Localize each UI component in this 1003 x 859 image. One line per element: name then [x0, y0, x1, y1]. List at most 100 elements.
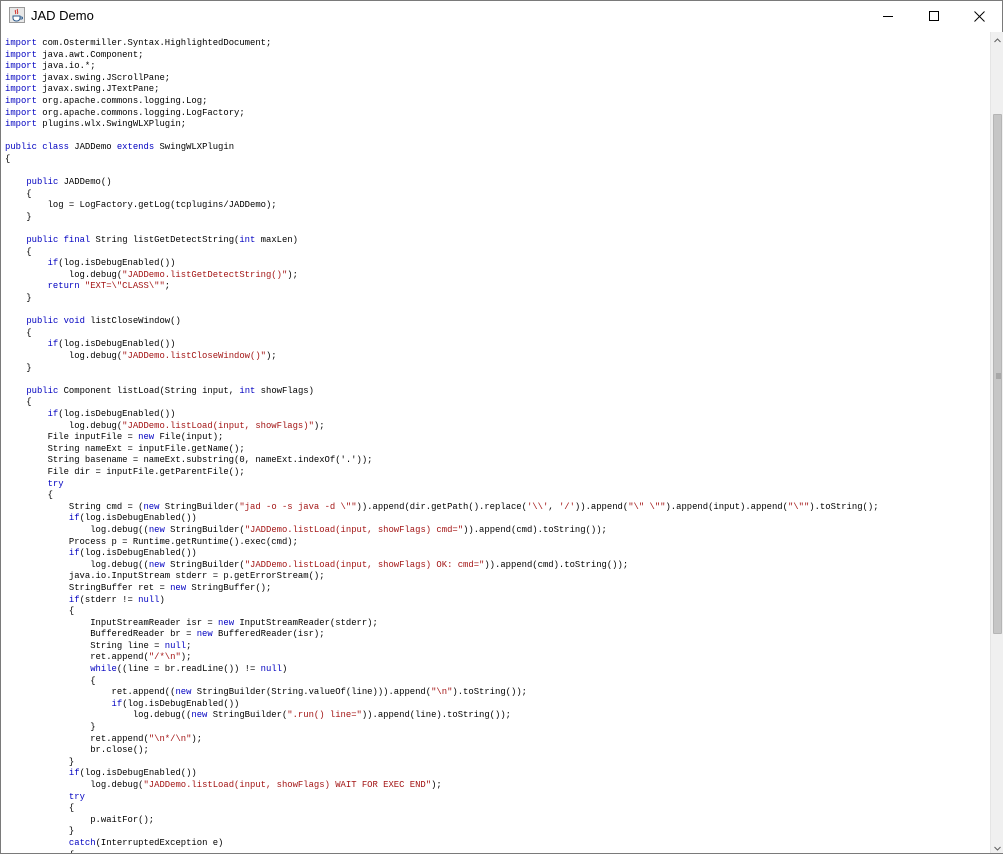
code-line[interactable]: } [5, 212, 879, 224]
code-line[interactable]: log.debug("JADDemo.listCloseWindow()"); [5, 351, 879, 363]
code-line[interactable] [5, 374, 879, 386]
code-line[interactable]: BufferedReader br = new BufferedReader(i… [5, 629, 879, 641]
code-token: ); [287, 269, 298, 280]
code-line[interactable] [5, 131, 879, 143]
code-line[interactable]: String line = null; [5, 641, 879, 653]
vertical-scrollbar[interactable] [990, 32, 1003, 853]
code-line[interactable]: { [5, 154, 879, 166]
code-line[interactable]: import javax.swing.JTextPane; [5, 84, 879, 96]
code-line[interactable]: java.io.InputStream stderr = p.getErrorS… [5, 571, 879, 583]
code-token: (log.isDebugEnabled()) [79, 513, 197, 524]
code-line[interactable]: if(log.isDebugEnabled()) [5, 339, 879, 351]
code-line[interactable]: if(log.isDebugEnabled()) [5, 409, 879, 421]
code-line[interactable]: import org.apache.commons.logging.LogFac… [5, 108, 879, 120]
title-bar[interactable]: JAD Demo [1, 1, 1002, 31]
code-line[interactable]: br.close(); [5, 745, 879, 757]
code-line[interactable]: File dir = inputFile.getParentFile(); [5, 467, 879, 479]
code-line[interactable]: { [5, 397, 879, 409]
code-line[interactable]: } [5, 363, 879, 375]
code-line[interactable]: if(log.isDebugEnabled()) [5, 699, 879, 711]
code-line[interactable]: { [5, 490, 879, 502]
code-line[interactable]: log.debug((new StringBuilder("JADDemo.li… [5, 525, 879, 537]
code-line[interactable]: } [5, 826, 879, 838]
code-token: (log.isDebugEnabled()) [58, 409, 176, 419]
code-line[interactable]: { [5, 803, 879, 815]
code-line[interactable]: { [5, 606, 879, 618]
code-line[interactable]: } [5, 757, 879, 769]
code-line[interactable]: import com.Ostermiller.Syntax.Highlighte… [5, 38, 879, 50]
code-line[interactable]: import plugins.wlx.SwingWLXPlugin; [5, 119, 879, 131]
code-line[interactable]: log.debug((new StringBuilder(".run() lin… [5, 710, 879, 722]
minimize-button[interactable] [865, 1, 911, 31]
keyword-token: int [239, 235, 256, 246]
code-line[interactable]: ret.append("/*\n"); [5, 652, 879, 664]
code-line[interactable]: import org.apache.commons.logging.Log; [5, 96, 879, 108]
code-line[interactable]: public class JADDemo extends SwingWLXPlu… [5, 142, 879, 154]
code-line[interactable]: if(log.isDebugEnabled()) [5, 258, 879, 270]
scrollbar-thumb[interactable] [993, 114, 1002, 634]
code-line[interactable]: StringBuffer ret = new StringBuffer(); [5, 583, 879, 595]
code-line[interactable]: log.debug("JADDemo.listLoad(input, showF… [5, 421, 879, 433]
code-line[interactable]: try [5, 792, 879, 804]
code-line[interactable]: String cmd = (new StringBuilder("jad -o … [5, 502, 879, 514]
code-token: String listGetDetectString( [90, 235, 240, 246]
maximize-button[interactable] [911, 1, 957, 31]
code-line[interactable]: catch(InterruptedException e) [5, 838, 879, 850]
code-line[interactable]: } [5, 722, 879, 734]
scroll-down-arrow-icon[interactable] [991, 840, 1003, 853]
code-line[interactable]: String basename = nameExt.substring(0, n… [5, 455, 879, 467]
code-line[interactable]: import java.io.*; [5, 61, 879, 73]
string-token: '/' [558, 501, 575, 512]
code-line[interactable]: if(log.isDebugEnabled()) [5, 513, 879, 525]
code-line[interactable]: if(log.isDebugEnabled()) [5, 768, 879, 780]
code-line[interactable]: { [5, 676, 879, 688]
java-cup-icon[interactable] [9, 7, 25, 23]
code-token: maxLen) [255, 235, 298, 246]
code-line[interactable]: ret.append("\n*/\n"); [5, 734, 879, 746]
code-line[interactable]: while((line = br.readLine()) != null) [5, 664, 879, 676]
scroll-up-arrow-icon[interactable] [991, 32, 1003, 45]
code-line[interactable]: String nameExt = inputFile.getName(); [5, 444, 879, 456]
code-line[interactable]: import javax.swing.JScrollPane; [5, 73, 879, 85]
code-token: )).append(cmd).toString()); [463, 524, 607, 535]
source-code-text[interactable]: import com.Ostermiller.Syntax.Highlighte… [5, 38, 879, 853]
code-line[interactable]: log.debug("JADDemo.listGetDetectString()… [5, 270, 879, 282]
code-line[interactable] [5, 166, 879, 178]
code-line[interactable] [5, 305, 879, 317]
code-line[interactable]: { [5, 247, 879, 259]
code-line[interactable]: if(stderr != null) [5, 595, 879, 607]
code-line[interactable]: try [5, 479, 879, 491]
code-editor[interactable]: import com.Ostermiller.Syntax.Highlighte… [1, 32, 990, 853]
code-line[interactable]: log = LogFactory.getLog(tcplugins/JADDem… [5, 200, 879, 212]
code-token: SwingWLXPlugin [154, 142, 235, 153]
code-line[interactable]: Process p = Runtime.getRuntime().exec(cm… [5, 537, 879, 549]
code-line[interactable]: { [5, 189, 879, 201]
string-token: '\\' [526, 501, 549, 512]
code-line[interactable]: ret.append((new StringBuilder(String.val… [5, 687, 879, 699]
code-line[interactable]: log.debug((new StringBuilder("JADDemo.li… [5, 560, 879, 572]
keyword-token: new [196, 629, 213, 640]
code-line[interactable]: InputStreamReader isr = new InputStreamR… [5, 618, 879, 630]
code-line[interactable]: return "EXT=\"CLASS\""; [5, 281, 879, 293]
code-line[interactable]: public void listCloseWindow() [5, 316, 879, 328]
code-line[interactable]: log.debug("JADDemo.listLoad(input, showF… [5, 780, 879, 792]
code-line[interactable]: File inputFile = new File(input); [5, 432, 879, 444]
code-line[interactable]: } [5, 293, 879, 305]
code-line[interactable]: public JADDemo() [5, 177, 879, 189]
code-line[interactable]: public final String listGetDetectString(… [5, 235, 879, 247]
code-line[interactable] [5, 224, 879, 236]
code-line[interactable]: import java.awt.Component; [5, 50, 879, 62]
code-token: (log.isDebugEnabled()) [58, 339, 176, 350]
code-line[interactable]: { [5, 850, 879, 853]
code-line[interactable]: if(log.isDebugEnabled()) [5, 548, 879, 560]
code-token: )).append( [574, 501, 629, 512]
code-token: ) [159, 594, 165, 605]
code-line[interactable]: { [5, 328, 879, 340]
code-line[interactable]: p.waitFor(); [5, 815, 879, 827]
close-button[interactable] [956, 1, 1002, 31]
code-line[interactable]: public Component listLoad(String input, … [5, 386, 879, 398]
code-token: javax.swing.JScrollPane; [36, 72, 171, 83]
